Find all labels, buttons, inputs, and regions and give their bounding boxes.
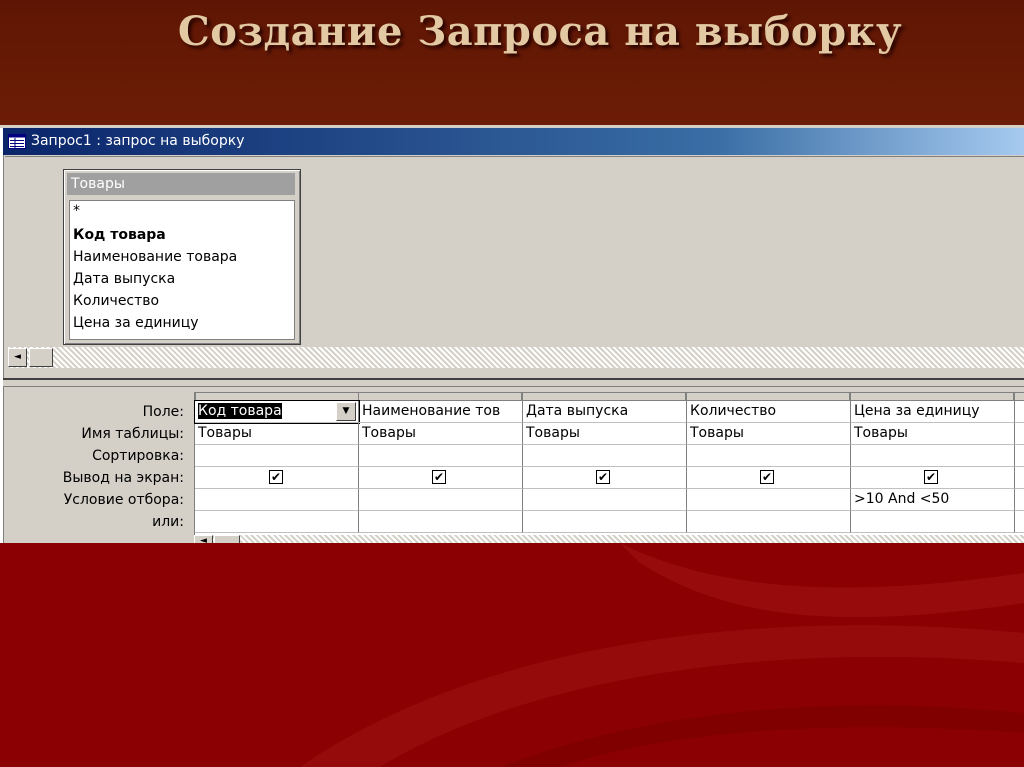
row-label-show: Вывод на экран: [62, 470, 184, 486]
show-cell[interactable] [1015, 467, 1024, 489]
field-cell-text: Код товара [198, 403, 282, 419]
field-item-code[interactable]: Код товара [73, 227, 166, 243]
field-cell[interactable]: Код товара ▼ [194, 400, 360, 424]
field-item-name[interactable]: Наименование товара [73, 249, 237, 265]
query-icon [8, 134, 26, 149]
column-selector[interactable] [686, 392, 850, 401]
field-item-price[interactable]: Цена за единицу [73, 315, 199, 331]
window-titlebar[interactable]: Запрос1 : запрос на выборку [3, 128, 1024, 155]
table-field-list-title[interactable]: Товары [67, 173, 295, 195]
row-label-or: или: [152, 514, 184, 530]
or-cell[interactable] [359, 511, 523, 533]
or-cell[interactable] [1015, 511, 1024, 533]
grid-scroll-thumb[interactable] [214, 535, 240, 543]
sort-cell[interactable] [359, 445, 523, 467]
field-list[interactable]: * Код товара Наименование товара Дата вы… [69, 200, 295, 340]
or-cell[interactable] [195, 511, 359, 533]
column-selector[interactable] [358, 392, 522, 401]
window-title: Запрос1 : запрос на выборку [31, 133, 245, 149]
or-cell[interactable] [523, 511, 687, 533]
show-checkbox[interactable]: ✔ [596, 470, 610, 484]
sort-cell[interactable] [851, 445, 1015, 467]
scroll-left-button[interactable]: ◄ [8, 348, 27, 367]
show-cell: ✔ [851, 467, 1015, 489]
query-window: Запрос1 : запрос на выборку Товары * Код… [0, 125, 1024, 543]
or-cell[interactable] [851, 511, 1015, 533]
sort-cell[interactable] [195, 445, 359, 467]
show-cell: ✔ [195, 467, 359, 489]
table-cell[interactable]: Товары [523, 423, 687, 445]
row-label-table: Имя таблицы: [81, 426, 184, 442]
criteria-cell[interactable] [1015, 489, 1024, 511]
field-cell[interactable] [1015, 401, 1024, 423]
column-selector[interactable] [522, 392, 686, 401]
column-selector[interactable] [1014, 392, 1024, 401]
field-cell[interactable]: Дата выпуска [523, 401, 687, 423]
column-selector[interactable] [195, 392, 359, 401]
slide-footer-band [0, 543, 1024, 767]
grid-scrollbar[interactable]: ◄ [194, 535, 1024, 543]
field-cell[interactable]: Наименование тов [359, 401, 523, 423]
row-label-criteria: Условие отбора: [63, 492, 184, 508]
table-field-list[interactable]: Товары * Код товара Наименование товара … [63, 169, 301, 345]
top-pane-scrollbar[interactable]: ◄ [8, 347, 1024, 368]
slide-title: Создание Запроса на выборку [177, 8, 903, 55]
or-cell[interactable] [687, 511, 851, 533]
criteria-cell[interactable] [523, 489, 687, 511]
sort-cell[interactable] [1015, 445, 1024, 467]
sort-cell[interactable] [523, 445, 687, 467]
show-cell: ✔ [523, 467, 687, 489]
field-dropdown-button[interactable]: ▼ [336, 402, 356, 421]
row-label-sort: Сортировка: [92, 448, 184, 464]
show-cell: ✔ [359, 467, 523, 489]
column-selector[interactable] [850, 392, 1014, 401]
field-cell[interactable]: Цена за единицу [851, 401, 1015, 423]
sort-cell[interactable] [687, 445, 851, 467]
qbe-grid[interactable]: Код товара ▼ Наименование тов Дата выпус… [194, 392, 1024, 537]
criteria-cell[interactable] [359, 489, 523, 511]
show-checkbox[interactable]: ✔ [924, 470, 938, 484]
show-cell: ✔ [687, 467, 851, 489]
scroll-thumb[interactable] [29, 348, 53, 367]
show-checkbox[interactable]: ✔ [432, 470, 446, 484]
field-item-all[interactable]: * [73, 203, 80, 219]
qbe-grid-area: Поле: Имя таблицы: Сортировка: Вывод на … [3, 386, 1024, 543]
grid-scroll-left-button[interactable]: ◄ [194, 535, 213, 543]
decorative-swirl [300, 543, 1024, 767]
show-checkbox[interactable]: ✔ [269, 470, 283, 484]
criteria-cell[interactable]: >10 And <50 [851, 489, 1015, 511]
table-cell[interactable]: Товары [687, 423, 851, 445]
field-item-quantity[interactable]: Количество [73, 293, 159, 309]
field-item-date[interactable]: Дата выпуска [73, 271, 175, 287]
criteria-cell[interactable] [195, 489, 359, 511]
table-cell[interactable]: Товары [359, 423, 523, 445]
table-design-pane[interactable]: Товары * Код товара Наименование товара … [5, 156, 1024, 375]
criteria-cell[interactable] [687, 489, 851, 511]
table-cell[interactable] [1015, 423, 1024, 445]
table-cell[interactable]: Товары [851, 423, 1015, 445]
row-label-field: Поле: [142, 404, 184, 420]
field-cell[interactable]: Количество [687, 401, 851, 423]
table-cell[interactable]: Товары [195, 423, 359, 445]
show-checkbox[interactable]: ✔ [760, 470, 774, 484]
